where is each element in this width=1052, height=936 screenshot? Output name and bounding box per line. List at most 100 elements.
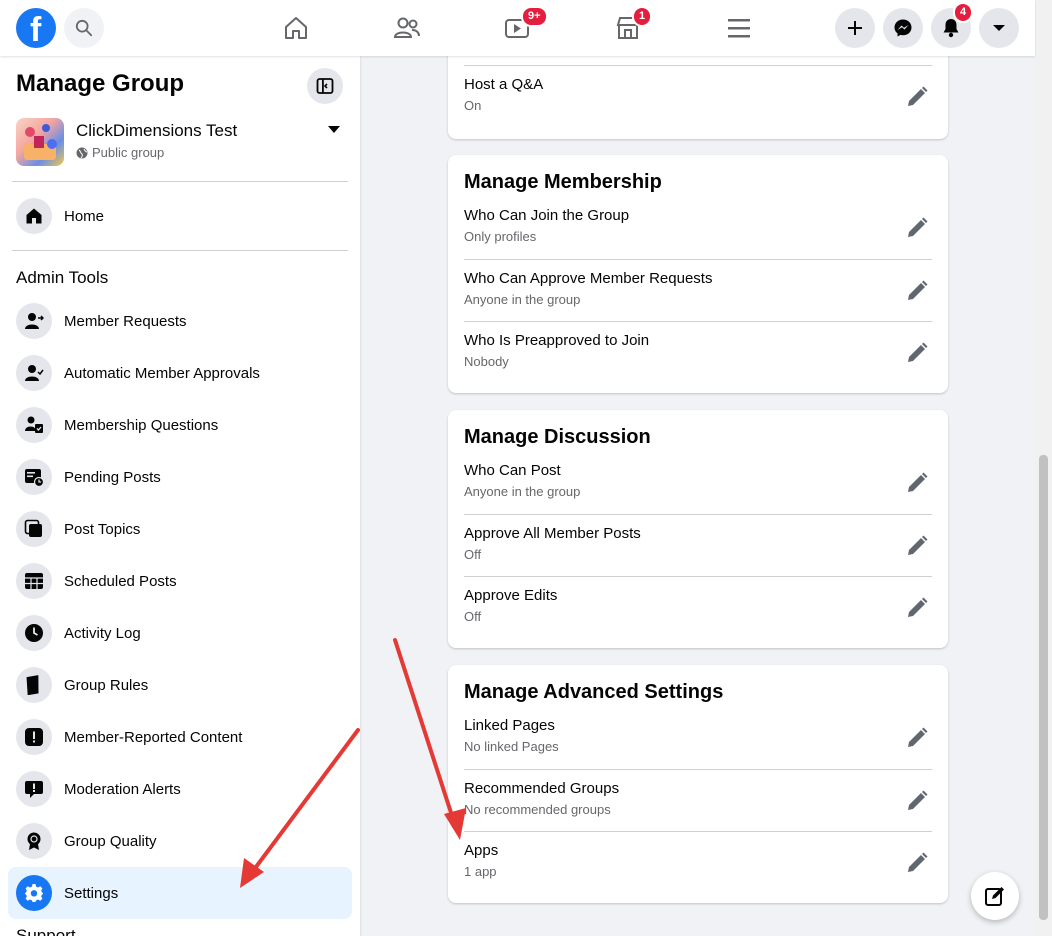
clock-icon <box>16 615 52 651</box>
setting-row-who-can-join[interactable]: Who Can Join the Group Only profiles <box>464 197 932 259</box>
edit-button[interactable] <box>902 338 932 368</box>
divider <box>12 181 348 182</box>
nav-friends[interactable] <box>387 10 427 46</box>
setting-row-who-can-approve[interactable]: Who Can Approve Member Requests Anyone i… <box>464 259 932 321</box>
card-title: Manage Discussion <box>464 426 651 448</box>
edit-button[interactable] <box>902 213 932 243</box>
notifications-badge: 4 <box>953 2 974 23</box>
sidebar-item-membership-questions[interactable]: Membership Questions <box>8 399 352 451</box>
pending-posts-icon <box>16 459 52 495</box>
pencil-icon <box>908 472 928 492</box>
collapse-sidebar-button[interactable] <box>307 68 343 104</box>
pencil-icon <box>908 535 928 555</box>
sidebar-item-scheduled-posts[interactable]: Scheduled Posts <box>8 555 352 607</box>
caret-down-icon <box>328 126 340 133</box>
sidebar-item-member-requests[interactable]: Member Requests <box>8 295 352 347</box>
nav-marketplace[interactable]: 1 <box>608 6 653 46</box>
setting-row-approve-member-posts[interactable]: Approve All Member Posts Off <box>464 514 932 576</box>
search-button[interactable] <box>64 8 104 48</box>
sidebar-item-label: Member-Reported Content <box>64 728 243 746</box>
edit-button[interactable] <box>902 786 932 816</box>
messenger-button[interactable] <box>883 8 923 48</box>
scrollbar-thumb[interactable] <box>1039 455 1048 920</box>
notifications-button[interactable]: 4 <box>931 2 974 48</box>
watch-badge: 9+ <box>521 6 548 27</box>
card-title: Manage Membership <box>464 171 662 193</box>
sidebar-item-label: Group Quality <box>64 832 157 850</box>
sidebar-item-label: Post Topics <box>64 520 141 538</box>
gear-icon <box>16 875 52 911</box>
scheduled-posts-icon <box>16 563 52 599</box>
manage-advanced-settings-card: Manage Advanced Settings Linked Pages No… <box>448 665 948 903</box>
support-heading: Support <box>16 926 76 936</box>
setting-name: Host a Q&A <box>464 76 544 93</box>
account-menu-button[interactable] <box>979 8 1019 48</box>
sidebar-item-settings[interactable]: Settings <box>8 867 352 919</box>
sidebar-item-label: Membership Questions <box>64 416 219 434</box>
card-title: Manage Advanced Settings <box>464 681 724 703</box>
nav-home[interactable] <box>276 10 316 46</box>
edit-button[interactable] <box>902 531 932 561</box>
edit-button[interactable] <box>902 593 932 623</box>
sidebar-item-automatic-member-approvals[interactable]: Automatic Member Approvals <box>8 347 352 399</box>
edit-button[interactable] <box>902 723 932 753</box>
edit-button[interactable] <box>902 468 932 498</box>
sidebar-item-label: Group Rules <box>64 676 149 694</box>
group-cover-thumbnail <box>16 118 64 166</box>
pencil-icon <box>908 597 928 617</box>
edit-button[interactable] <box>902 276 932 306</box>
setting-row-linked-pages[interactable]: Linked Pages No linked Pages <box>464 707 932 769</box>
nav-watch[interactable]: 9+ <box>497 6 548 46</box>
page-scrollbar[interactable] <box>1035 0 1052 936</box>
setting-row-apps[interactable]: Apps 1 app <box>464 831 932 893</box>
setting-row-preapproved[interactable]: Who Is Preapproved to Join Nobody <box>464 321 932 383</box>
sidebar-item-moderation-alerts[interactable]: Moderation Alerts <box>8 763 352 815</box>
setting-value: Nobody <box>464 354 509 369</box>
alert-icon <box>16 771 52 807</box>
pencil-icon <box>908 852 928 872</box>
sidebar-item-pending-posts[interactable]: Pending Posts <box>8 451 352 503</box>
setting-value: Off <box>464 547 482 562</box>
post-topics-icon <box>16 511 52 547</box>
group-switcher[interactable]: ClickDimensions Test Public group <box>16 118 346 168</box>
sidebar-item-activity-log[interactable]: Activity Log <box>8 607 352 659</box>
sidebar-item-post-topics[interactable]: Post Topics <box>8 503 352 555</box>
setting-row-approve-edits[interactable]: Approve Edits Off <box>464 576 932 638</box>
setting-row-recommended-groups[interactable]: Recommended Groups No recommended groups <box>464 769 932 831</box>
facebook-logo[interactable]: f <box>16 8 56 49</box>
new-message-button[interactable] <box>971 872 1019 920</box>
edit-button[interactable] <box>902 82 932 112</box>
top-navigation-bar: f 9+ 1 4 <box>0 0 1035 56</box>
sidebar-item-label: Activity Log <box>64 624 141 642</box>
setting-value: On <box>464 98 482 113</box>
pencil-icon <box>908 727 928 747</box>
setting-name: Recommended Groups <box>464 780 620 797</box>
sidebar-item-home[interactable]: Home <box>8 190 352 242</box>
compose-icon <box>985 887 1004 906</box>
setting-row-host-qa[interactable]: Host a Q&A On <box>464 65 932 127</box>
sidebar-item-group-quality[interactable]: Group Quality <box>8 815 352 867</box>
setting-name: Apps <box>464 842 499 859</box>
sidebar-item-label: Scheduled Posts <box>64 572 177 590</box>
sidebar-item-member-reported-content[interactable]: Member-Reported Content <box>8 711 352 763</box>
group-privacy: Public group <box>76 145 164 160</box>
setting-name: Approve All Member Posts <box>464 525 641 542</box>
sidebar-item-group-rules[interactable]: Group Rules <box>8 659 352 711</box>
setting-value: 1 app <box>464 864 497 879</box>
sidebar-item-label: Settings <box>64 884 119 902</box>
sidebar-item-label: Pending Posts <box>64 468 161 486</box>
setting-value: Anyone in the group <box>464 292 581 307</box>
auto-approvals-icon <box>16 355 52 391</box>
setting-value: Off <box>464 609 482 624</box>
hamburger-menu-icon <box>728 19 750 38</box>
setting-row-who-can-post[interactable]: Who Can Post Anyone in the group <box>464 452 932 514</box>
home-icon <box>16 198 52 234</box>
manage-discussion-card: Manage Discussion Who Can Post Anyone in… <box>448 410 948 648</box>
create-button[interactable] <box>835 8 875 48</box>
sidebar-item-label: Automatic Member Approvals <box>64 364 260 382</box>
plus-icon <box>848 21 862 35</box>
sidebar-item-label: Member Requests <box>64 312 187 330</box>
edit-button[interactable] <box>902 848 932 878</box>
globe-icon <box>76 147 88 158</box>
nav-menu[interactable] <box>719 10 759 46</box>
